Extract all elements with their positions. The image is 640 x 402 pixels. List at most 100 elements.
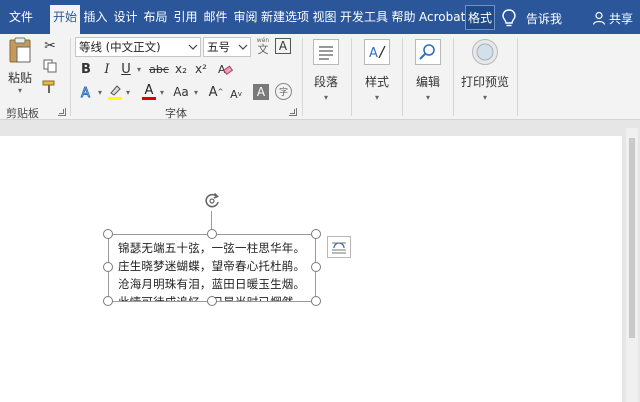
print-preview-button[interactable]: 打印预览 ▾ [458,38,512,102]
tab-file[interactable]: 文件 [0,5,42,30]
resize-handle-bottom-left[interactable] [103,296,113,306]
grow-font-glyph: A [208,84,218,100]
text-effects-icon[interactable]: A [78,82,96,102]
styles-icon: A [364,39,390,65]
text-box[interactable]: 锦瑟无端五十弦，一弦一柱思华年。 庄生晓梦迷蝴蝶，望帝春心托杜鹃。 沧海月明珠有… [108,234,316,302]
format-painter-icon[interactable] [41,79,59,95]
svg-text:A: A [81,86,90,100]
shrink-font-button[interactable]: Av [227,84,245,104]
tab-view[interactable]: 视图 [310,5,339,30]
font-size-combo[interactable]: 五号 [203,37,251,57]
chevron-down-icon: ▾ [482,93,487,102]
character-shading-button[interactable]: A [253,84,269,100]
person-icon [592,11,606,25]
underline-dropdown-icon[interactable]: ▾ [134,60,144,78]
font-launcher-icon[interactable] [289,108,297,116]
tab-insert[interactable]: 插入 [81,5,110,30]
text-effects-dropdown-icon[interactable]: ▾ [96,82,104,102]
editing-button[interactable]: 编辑 ▾ [405,38,451,102]
character-border-icon[interactable]: A [275,38,291,54]
scrollbar-thumb[interactable] [629,138,635,338]
tab-new[interactable]: 新建选项 [261,5,309,30]
tab-help[interactable]: 帮助 [389,5,418,30]
tab-design[interactable]: 设计 [111,5,140,30]
separator [402,38,403,116]
resize-handle-bottom-right[interactable] [311,296,321,306]
clipboard-group-label: 剪贴板 [6,107,39,120]
resize-handle-right[interactable] [311,262,321,272]
layout-options-icon [332,242,346,254]
layout-options-button[interactable] [327,236,351,258]
rotate-handle-icon[interactable] [202,191,222,211]
share-button[interactable]: 共享 [592,7,633,29]
separator [351,38,352,116]
enclose-characters-icon[interactable]: 字 [275,83,292,100]
highlight-icon[interactable] [106,82,124,102]
tab-mailings[interactable]: 邮件 [201,5,230,30]
poem-line[interactable]: 锦瑟无端五十弦，一弦一柱思华年。 [118,240,305,256]
paragraph-button[interactable]: 段落 ▾ [303,38,349,102]
ribbon: 粘贴 ▾ ✂ 剪贴板 等线 (中文正文) 五号 wén 文 A B I U ▾ … [0,34,640,120]
font-size-value: 五号 [207,40,230,54]
paragraph-icon [313,39,339,65]
strikethrough-button[interactable]: abc [148,60,170,78]
copy-icon[interactable] [41,58,59,74]
tab-layout[interactable]: 布局 [141,5,170,30]
underline-button[interactable]: U [118,60,134,78]
rotation-connector [211,211,212,229]
cut-icon[interactable]: ✂ [41,38,59,54]
chevron-down-icon [188,44,198,50]
poem-line[interactable]: 沧海月明珠有泪，蓝田日暖玉生烟。 [118,276,305,292]
shrink-font-glyph: A [230,87,238,101]
font-color-dropdown-icon[interactable]: ▾ [158,82,166,102]
share-label: 共享 [609,11,634,26]
highlight-dropdown-icon[interactable]: ▾ [124,82,132,102]
clipboard-launcher-icon[interactable] [58,108,66,116]
change-case-dropdown-icon[interactable]: ▾ [192,82,200,102]
styles-button[interactable]: A 样式 ▾ [354,38,400,102]
print-preview-label: 打印预览 [460,75,509,89]
tab-developer[interactable]: 开发工具 [340,5,388,30]
resize-handle-top-right[interactable] [311,229,321,239]
chevron-down-icon [238,44,248,50]
editing-label: 编辑 [415,75,440,89]
grow-font-button[interactable]: A ^ [207,82,225,102]
tell-me-label: 告诉我 [526,11,563,26]
font-group-label: 字体 [165,107,187,120]
bold-button[interactable]: B [78,60,94,78]
chevron-down-icon: ▾ [323,93,328,102]
separator [453,38,454,116]
paste-label: 粘贴 [7,71,32,85]
resize-handle-left[interactable] [103,262,113,272]
paste-dropdown-icon[interactable]: ▾ [18,86,22,95]
tab-format[interactable]: 格式 [465,5,495,30]
separator [517,38,518,116]
change-case-button[interactable]: Aa [170,82,192,102]
poem-line[interactable]: 庄生晓梦迷蝴蝶，望帝春心托杜鹃。 [118,258,305,274]
italic-button[interactable]: I [99,60,115,78]
phonetic-wen-glyph: 文 [257,43,269,56]
tab-home[interactable]: 开始 [50,5,80,34]
tab-references[interactable]: 引用 [171,5,200,30]
tab-review[interactable]: 审阅 [231,5,260,30]
paste-button[interactable]: 粘贴 ▾ [6,36,34,96]
phonetic-guide-button[interactable]: wén 文 [254,37,272,57]
print-preview-icon [472,39,498,65]
clear-formatting-icon[interactable]: A [216,60,234,78]
ribbon-tab-bar: 文件 开始 插入 设计 布局 引用 邮件 审阅 新建选项 视图 开发工具 帮助 … [0,0,640,34]
resize-handle-bottom[interactable] [207,296,217,306]
separator [70,38,71,116]
lightbulb-icon [502,9,516,27]
vertical-scrollbar[interactable] [626,128,638,402]
subscript-button[interactable]: x₂ [173,60,189,78]
tell-me-box[interactable]: 告诉我 [500,7,562,29]
superscript-button[interactable]: x² [193,60,209,78]
styles-label: 样式 [364,75,389,89]
font-name-value: 等线 (中文正文) [79,40,161,54]
font-color-icon[interactable]: A [140,82,158,102]
chevron-down-icon: ▾ [374,93,379,102]
tab-acrobat[interactable]: Acrobat [419,5,465,30]
font-name-combo[interactable]: 等线 (中文正文) [75,37,201,57]
resize-handle-top-left[interactable] [103,229,113,239]
resize-handle-top[interactable] [207,229,217,239]
